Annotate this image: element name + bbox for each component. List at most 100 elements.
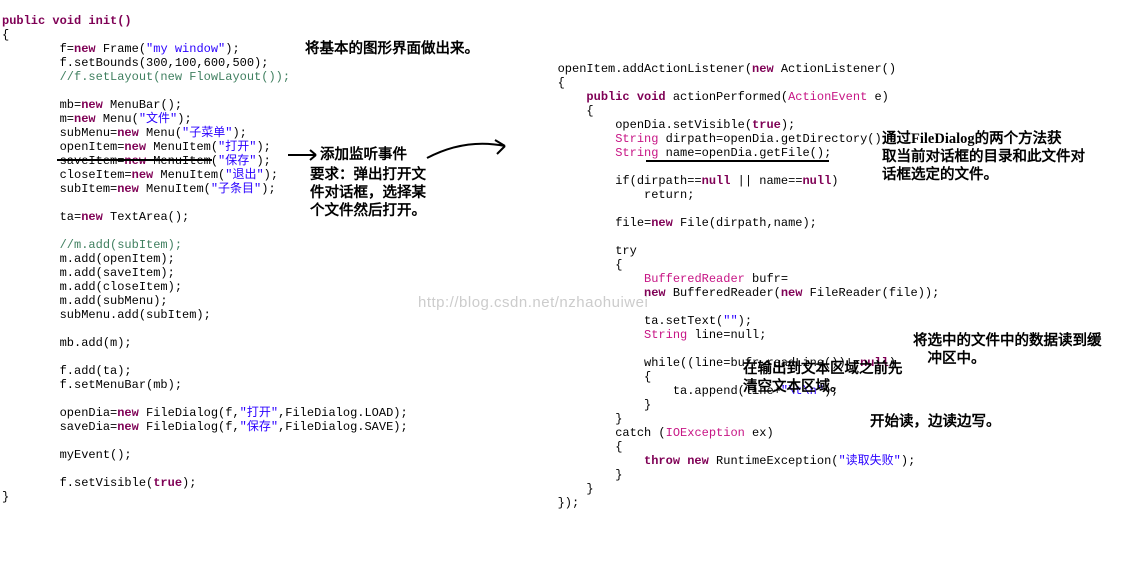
t: new bbox=[781, 286, 803, 300]
t: f.setVisible( bbox=[2, 476, 153, 490]
t: } bbox=[500, 412, 622, 426]
t: null bbox=[702, 174, 731, 188]
t: e) bbox=[867, 90, 889, 104]
annotation-clear-text: 在输出到文本区域之前先 清空文本区域。 bbox=[743, 360, 903, 396]
t: FileReader(file)); bbox=[802, 286, 939, 300]
t: ta.append(line+ bbox=[500, 384, 781, 398]
b: { bbox=[2, 28, 9, 42]
t: //m.add(subItem); bbox=[2, 238, 182, 252]
t bbox=[500, 328, 644, 342]
t: MenuItem( bbox=[146, 140, 218, 154]
t: ); bbox=[256, 154, 270, 168]
b: } bbox=[2, 490, 9, 504]
t: ex) bbox=[745, 426, 774, 440]
t: FileDialog(f, bbox=[139, 420, 240, 434]
t: file= bbox=[500, 216, 651, 230]
t: "子菜单" bbox=[182, 126, 232, 140]
t: "子条目" bbox=[211, 182, 261, 196]
t: RuntimeException( bbox=[709, 454, 839, 468]
t: ta= bbox=[2, 210, 81, 224]
t: new bbox=[117, 420, 139, 434]
t: String bbox=[615, 132, 658, 146]
t: String bbox=[615, 146, 658, 160]
t: mb= bbox=[2, 98, 81, 112]
t: ); bbox=[182, 476, 196, 490]
annotation-basic-gui: 将基本的图形界面做出来。 bbox=[305, 40, 479, 58]
left-code: public void init() { f=new Frame("my win… bbox=[2, 0, 408, 504]
t: return; bbox=[500, 188, 694, 202]
annotation-filedialog: 通过FileDialog的两个方法获 取当前对话框的目录和此文件对 话框选定的文… bbox=[882, 130, 1085, 184]
t: m.add(saveItem); bbox=[2, 266, 175, 280]
t: dirpath=openDia.getDirectory(); bbox=[658, 132, 888, 146]
t: m.add(closeItem); bbox=[2, 280, 182, 294]
t: { bbox=[500, 258, 622, 272]
t: if(dirpath== bbox=[500, 174, 702, 188]
t: Menu( bbox=[96, 112, 139, 126]
t: subMenu.add(subItem); bbox=[2, 308, 211, 322]
t: catch ( bbox=[500, 426, 666, 440]
t: }); bbox=[500, 496, 579, 510]
t: subItem= bbox=[2, 182, 117, 196]
t: BufferedReader bbox=[644, 272, 745, 286]
t: } bbox=[500, 482, 594, 496]
t: ,FileDialog.SAVE); bbox=[278, 420, 408, 434]
t: openDia.setVisible( bbox=[500, 118, 752, 132]
t: name=openDia.getFile(); bbox=[658, 146, 831, 160]
t: saveItem= bbox=[2, 154, 124, 168]
t: "保存" bbox=[240, 420, 278, 434]
t: m.add(subMenu); bbox=[2, 294, 168, 308]
t: "打开" bbox=[240, 406, 278, 420]
t: line=null; bbox=[687, 328, 766, 342]
t: new bbox=[124, 154, 146, 168]
t: public void bbox=[500, 90, 666, 104]
watermark: http://blog.csdn.net/nzhaohuiwei bbox=[418, 294, 648, 311]
t: actionPerformed( bbox=[666, 90, 788, 104]
annotation-read-write: 开始读，边读边写。 bbox=[870, 413, 1001, 431]
t: ActionListener() bbox=[774, 62, 896, 76]
annotation-read-to-buffer: 将选中的文件中的数据读到缓 冲区中。 bbox=[913, 332, 1102, 368]
t bbox=[500, 272, 644, 286]
t: ); bbox=[232, 126, 246, 140]
t: ActionEvent bbox=[788, 90, 867, 104]
t: m.add(openItem); bbox=[2, 252, 175, 266]
t: { bbox=[500, 104, 594, 118]
t: ); bbox=[256, 140, 270, 154]
t: openItem= bbox=[2, 140, 124, 154]
t: ); bbox=[781, 118, 795, 132]
t: new bbox=[117, 126, 139, 140]
t: //f.setLayout(new FlowLayout()); bbox=[2, 70, 290, 84]
t: ); bbox=[738, 314, 752, 328]
underline bbox=[57, 159, 212, 161]
annotation-add-listener: 添加监听事件 bbox=[320, 146, 407, 164]
t: } bbox=[500, 468, 622, 482]
t: FileDialog(f, bbox=[139, 406, 240, 420]
t: { bbox=[500, 370, 651, 384]
t: closeItem= bbox=[2, 168, 132, 182]
t: f.setMenuBar(mb); bbox=[2, 378, 182, 392]
arrow-icon bbox=[425, 136, 515, 166]
t: { bbox=[500, 440, 622, 454]
t: "退出" bbox=[225, 168, 263, 182]
t: "my window" bbox=[146, 42, 225, 56]
t: myEvent(); bbox=[2, 448, 132, 462]
t: ) bbox=[831, 174, 838, 188]
sig: public void init() bbox=[2, 14, 132, 28]
t: subMenu= bbox=[2, 126, 117, 140]
t: openItem.addActionListener( bbox=[500, 62, 752, 76]
t: saveDia= bbox=[2, 420, 117, 434]
t: MenuItem( bbox=[139, 182, 211, 196]
t: "打开" bbox=[218, 140, 256, 154]
t: Menu( bbox=[139, 126, 182, 140]
t: MenuItem( bbox=[153, 168, 225, 182]
t: ta.setText( bbox=[500, 314, 723, 328]
t: f= bbox=[2, 42, 74, 56]
t: new bbox=[752, 62, 774, 76]
t: MenuBar(); bbox=[103, 98, 182, 112]
t: } bbox=[500, 398, 651, 412]
t: new bbox=[74, 112, 96, 126]
t: "" bbox=[723, 314, 737, 328]
annotation-requirement: 要求：弹出打开文 件对话框，选择某 个文件然后打开。 bbox=[310, 166, 426, 220]
t: new bbox=[124, 140, 146, 154]
t: ); bbox=[261, 182, 275, 196]
t: File(dirpath,name); bbox=[673, 216, 817, 230]
